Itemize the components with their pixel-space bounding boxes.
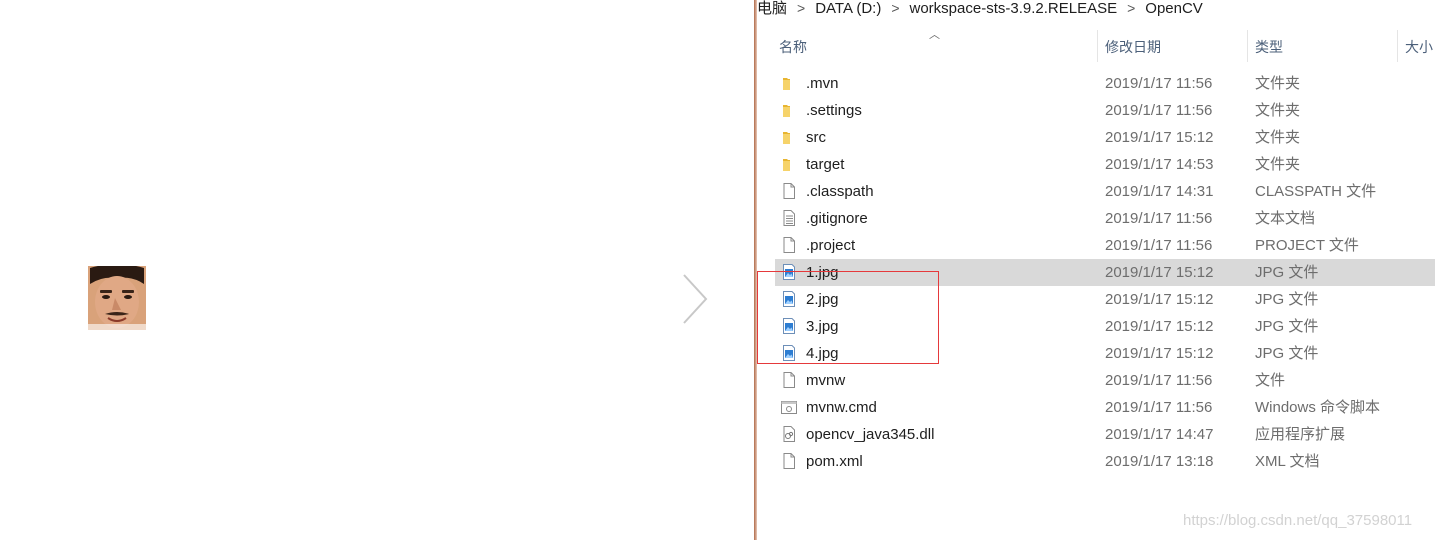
column-header-name[interactable]: 名称 (779, 37, 807, 57)
file-modified-date: 2019/1/17 15:12 (1105, 264, 1214, 281)
file-name: pom.xml (806, 453, 863, 470)
file-row[interactable]: .settings 2019/1/17 11:56 文件夹 (775, 97, 1435, 124)
face-thumbnail (88, 266, 146, 330)
file-type: 文件夹 (1255, 102, 1301, 119)
file-modified-date: 2019/1/17 15:12 (1105, 318, 1214, 335)
file-name: .settings (806, 102, 862, 119)
file-type: JPG 文件 (1255, 264, 1319, 281)
image-file-icon (781, 291, 797, 307)
file-modified-date: 2019/1/17 14:31 (1105, 183, 1214, 200)
file-type: 文件 (1255, 372, 1286, 389)
file-row[interactable]: .classpath 2019/1/17 14:31 CLASSPATH 文件 (775, 178, 1435, 205)
file-type: CLASSPATH 文件 (1255, 183, 1377, 200)
column-header-date[interactable]: 修改日期 (1105, 37, 1161, 57)
column-header-size[interactable]: 大小 (1405, 37, 1433, 57)
file-type: JPG 文件 (1255, 318, 1319, 335)
file-name: 1.jpg (806, 264, 839, 281)
folder-icon (781, 75, 797, 91)
file-modified-date: 2019/1/17 11:56 (1105, 75, 1213, 92)
file-row[interactable]: 1.jpg 2019/1/17 15:12 JPG 文件 (775, 259, 1435, 286)
file-row[interactable]: target 2019/1/17 14:53 文件夹 (775, 151, 1435, 178)
file-row[interactable]: opencv_java345.dll 2019/1/17 14:47 应用程序扩展 (775, 421, 1435, 448)
file-row[interactable]: 4.jpg 2019/1/17 15:12 JPG 文件 (775, 340, 1435, 367)
file-type: XML 文档 (1255, 453, 1320, 470)
file-modified-date: 2019/1/17 11:56 (1105, 237, 1213, 254)
file-icon (781, 372, 797, 388)
chevron-right-icon: > (1127, 0, 1136, 16)
file-explorer: 电脑 > DATA (D:) > workspace-sts-3.9.2.RELEASE… (757, 0, 1435, 540)
file-row[interactable]: mvnw.cmd 2019/1/17 11:56 Windows 命令脚本 (775, 394, 1435, 421)
file-modified-date: 2019/1/17 13:18 (1105, 453, 1214, 470)
file-type: Windows 命令脚本 (1255, 399, 1381, 416)
file-type: JPG 文件 (1255, 345, 1319, 362)
file-name: .classpath (806, 183, 874, 200)
chevron-right-icon: > (891, 0, 900, 16)
file-row[interactable]: 3.jpg 2019/1/17 15:12 JPG 文件 (775, 313, 1435, 340)
file-modified-date: 2019/1/17 11:56 (1105, 102, 1213, 119)
file-row[interactable]: src 2019/1/17 15:12 文件夹 (775, 124, 1435, 151)
chevron-right-icon[interactable] (678, 272, 712, 326)
file-type: 文本文档 (1255, 210, 1316, 227)
image-file-icon (781, 345, 797, 361)
chevron-right-icon: > (797, 0, 806, 16)
script-file-icon (781, 399, 797, 415)
file-row[interactable]: .mvn 2019/1/17 11:56 文件夹 (775, 70, 1435, 97)
file-name: target (806, 156, 845, 173)
file-modified-date: 2019/1/17 11:56 (1105, 210, 1213, 227)
folder-icon (781, 102, 797, 118)
breadcrumb: 电脑 > DATA (D:) > workspace-sts-3.9.2.RELEASE… (757, 0, 1203, 17)
file-name: .mvn (806, 75, 839, 92)
file-name: .project (806, 237, 856, 254)
file-name: 2.jpg (806, 291, 839, 308)
file-modified-date: 2019/1/17 15:12 (1105, 291, 1214, 308)
file-modified-date: 2019/1/17 14:53 (1105, 156, 1214, 173)
column-divider[interactable] (1097, 30, 1098, 62)
file-icon (781, 237, 797, 253)
file-type: 应用程序扩展 (1255, 426, 1346, 443)
file-name: opencv_java345.dll (806, 426, 935, 443)
file-row[interactable]: .gitignore 2019/1/17 11:56 文本文档 (775, 205, 1435, 232)
file-row[interactable]: pom.xml 2019/1/17 13:18 XML 文档 (775, 448, 1435, 475)
file-modified-date: 2019/1/17 15:12 (1105, 345, 1214, 362)
column-header-type[interactable]: 类型 (1255, 37, 1283, 57)
text-file-icon (781, 210, 797, 226)
file-name: mvnw (806, 372, 846, 389)
file-icon (781, 453, 797, 469)
file-modified-date: 2019/1/17 11:56 (1105, 372, 1213, 389)
breadcrumb-item[interactable]: DATA (D:) (815, 1, 881, 17)
file-type: 文件夹 (1255, 129, 1301, 146)
image-file-icon (781, 264, 797, 280)
dll-file-icon (781, 426, 797, 442)
file-type: 文件夹 (1255, 75, 1301, 92)
breadcrumb-item[interactable]: workspace-sts-3.9.2.RELEASE (910, 1, 1118, 17)
column-divider[interactable] (1397, 30, 1398, 62)
file-icon (781, 183, 797, 199)
sort-ascending-icon: ︿ (929, 29, 940, 41)
file-row[interactable]: 2.jpg 2019/1/17 15:12 JPG 文件 (775, 286, 1435, 313)
file-modified-date: 2019/1/17 15:12 (1105, 129, 1214, 146)
breadcrumb-item[interactable]: 电脑 (757, 1, 787, 17)
file-modified-date: 2019/1/17 11:56 (1105, 399, 1213, 416)
file-type: JPG 文件 (1255, 291, 1319, 308)
file-row[interactable]: mvnw 2019/1/17 11:56 文件 (775, 367, 1435, 394)
file-name: src (806, 129, 826, 146)
breadcrumb-item[interactable]: OpenCV (1145, 1, 1203, 17)
image-viewer (0, 0, 754, 540)
watermark: https://blog.csdn.net/qq_37598011 (1183, 512, 1413, 529)
file-name: 4.jpg (806, 345, 839, 362)
file-name: .gitignore (806, 210, 868, 227)
file-name: 3.jpg (806, 318, 839, 335)
folder-icon (781, 129, 797, 145)
file-type: PROJECT 文件 (1255, 237, 1359, 254)
file-name: mvnw.cmd (806, 399, 877, 416)
file-type: 文件夹 (1255, 156, 1301, 173)
file-row[interactable]: .project 2019/1/17 11:56 PROJECT 文件 (775, 232, 1435, 259)
folder-icon (781, 156, 797, 172)
file-modified-date: 2019/1/17 14:47 (1105, 426, 1214, 443)
image-file-icon (781, 318, 797, 334)
column-divider[interactable] (1247, 30, 1248, 62)
